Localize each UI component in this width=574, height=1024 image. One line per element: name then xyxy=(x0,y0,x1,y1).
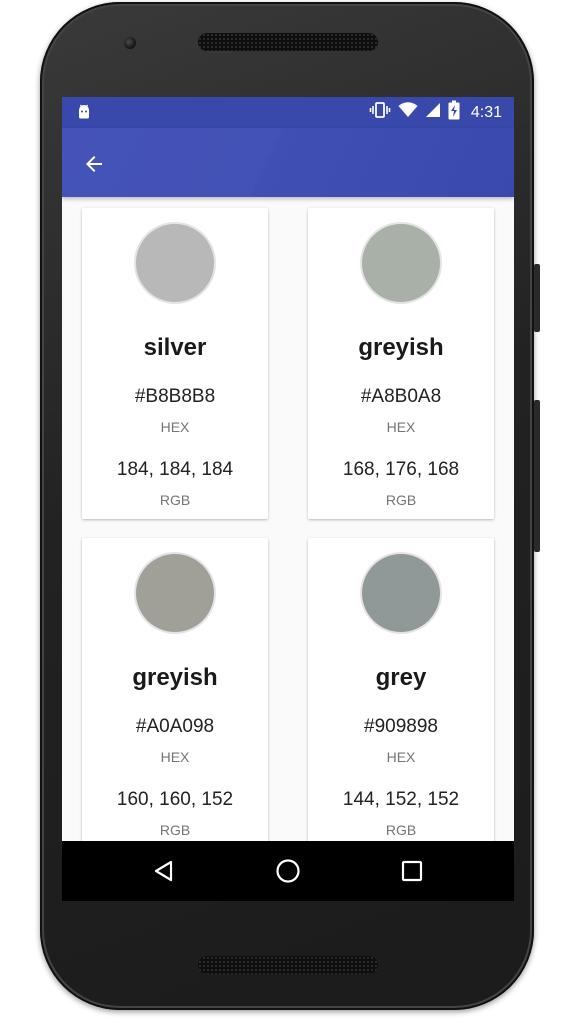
color-name: greyish xyxy=(358,334,444,361)
hex-label: HEX xyxy=(386,419,416,435)
color-swatch xyxy=(136,224,214,302)
rgb-label: RGB xyxy=(159,492,191,508)
color-name: greyish xyxy=(132,664,218,691)
hex-value: #A8B0A8 xyxy=(360,386,442,407)
hex-label: HEX xyxy=(160,419,190,435)
bottom-speaker xyxy=(198,956,378,974)
color-list[interactable]: silver #B8B8B8 HEX 184, 184, 184 RGB gre… xyxy=(62,197,514,841)
recents-square-icon xyxy=(401,860,423,882)
color-swatch xyxy=(136,554,214,632)
arrow-back-icon xyxy=(86,156,102,172)
rgb-label: RGB xyxy=(159,822,191,838)
color-name: grey xyxy=(375,664,427,691)
rgb-value: 160, 160, 152 xyxy=(116,789,234,810)
navigation-bar xyxy=(62,841,514,901)
color-card-silver[interactable]: silver #B8B8B8 HEX 184, 184, 184 RGB xyxy=(82,208,268,519)
wifi-icon xyxy=(398,102,418,123)
nav-recents-button[interactable] xyxy=(392,851,432,891)
color-card-greyish[interactable]: greyish #A8B0A8 HEX 168, 176, 168 RGB xyxy=(308,208,494,519)
color-card-grey[interactable]: grey #909898 HEX 144, 152, 152 RGB xyxy=(308,538,494,841)
vibrate-icon xyxy=(369,101,391,124)
power-button xyxy=(534,264,540,332)
color-card-greyish-2[interactable]: greyish #A0A098 HEX 160, 160, 152 RGB xyxy=(82,538,268,841)
color-swatch xyxy=(362,554,440,632)
rgb-value: 184, 184, 184 xyxy=(116,459,234,480)
home-circle-icon xyxy=(276,859,300,883)
volume-button xyxy=(534,400,540,552)
nav-home-button[interactable] xyxy=(268,851,308,891)
signal-icon xyxy=(425,102,441,123)
battery-charging-icon xyxy=(448,100,460,125)
hex-value: #B8B8B8 xyxy=(134,386,216,407)
hex-label: HEX xyxy=(386,749,416,765)
status-bar: 4:31 xyxy=(62,97,514,128)
front-camera xyxy=(124,37,136,49)
nav-back-button[interactable] xyxy=(144,851,184,891)
app-bar xyxy=(62,128,514,197)
screen: 4:31 silver #B8B8B8 HEX 184, 184, 184 RG… xyxy=(62,97,514,901)
status-clock: 4:31 xyxy=(470,103,502,121)
rgb-value: 144, 152, 152 xyxy=(342,789,460,810)
top-speaker xyxy=(198,33,378,51)
rgb-label: RGB xyxy=(385,822,417,838)
hex-value: #909898 xyxy=(364,716,438,737)
rgb-label: RGB xyxy=(385,492,417,508)
hex-label: HEX xyxy=(160,749,190,765)
back-button[interactable] xyxy=(76,146,112,182)
back-triangle-icon xyxy=(154,860,173,882)
color-name: silver xyxy=(143,334,207,361)
android-icon xyxy=(76,104,92,125)
hex-value: #A0A098 xyxy=(135,716,215,737)
color-swatch xyxy=(362,224,440,302)
rgb-value: 168, 176, 168 xyxy=(342,459,460,480)
